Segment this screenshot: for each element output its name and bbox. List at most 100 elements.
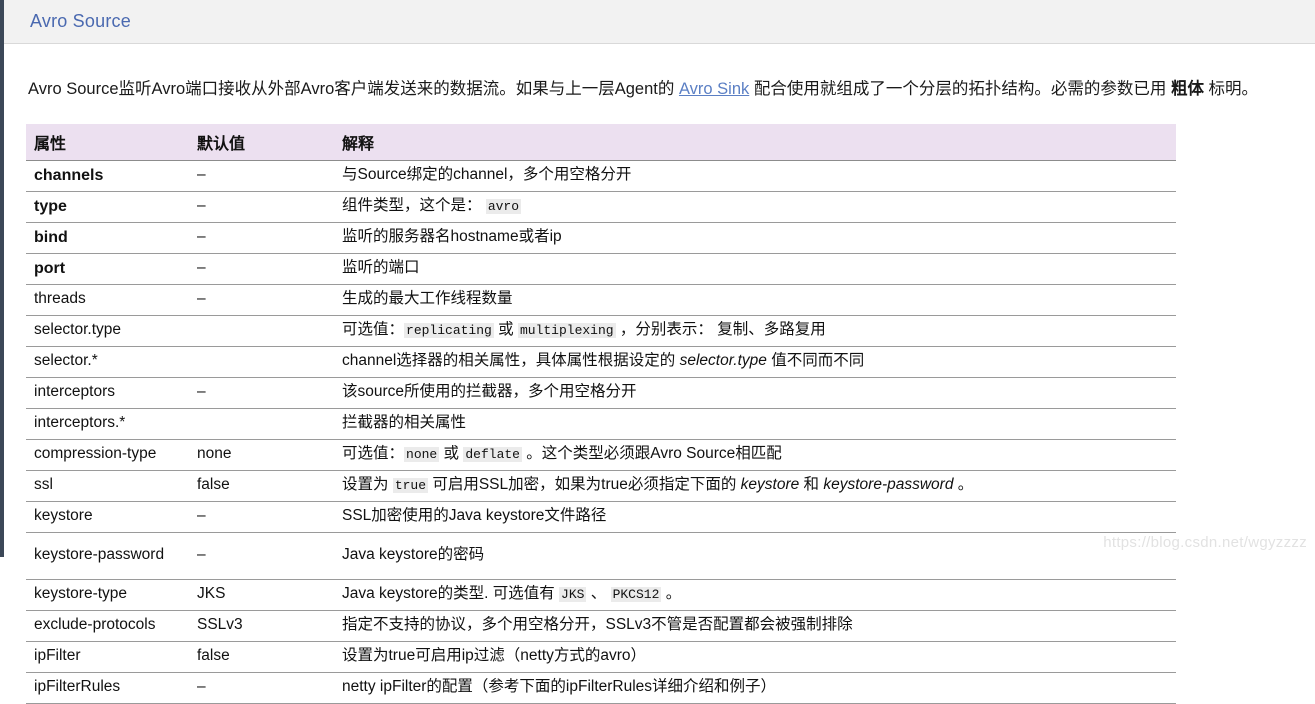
property-default-cell: false (189, 641, 334, 673)
property-description-cell: 设置为true可启用ip过滤（netty方式的avro） (334, 641, 1176, 673)
description-text: 拦截器的相关属性 (342, 414, 467, 432)
property-default-cell: – (189, 284, 334, 316)
watermark: https://blog.csdn.net/wgyzzzz (1103, 534, 1307, 551)
property-description-cell: 拦截器的相关属性 (334, 408, 1176, 440)
property-description-cell: 生成的最大工作线程数量 (334, 284, 1176, 316)
property-name-cell: bind (26, 222, 189, 254)
property-name-cell: keystore-type (26, 579, 189, 611)
properties-table: 属性 默认值 解释 channels – 与Source绑定的channel，多个用… (26, 123, 1176, 704)
table-row: interceptors.* 拦截器的相关属性 (26, 408, 1176, 440)
table-row: compression-type none 可选值： none 或 deflate 。… (26, 439, 1176, 471)
property-name-cell: ipFilter (26, 641, 189, 673)
property-default-cell: – (189, 672, 334, 704)
table-row: threads – 生成的最大工作线程数量 (26, 284, 1176, 316)
property-name-cell: port (26, 253, 189, 285)
table-row: keystore-type JKS Java keystore的类型. 可选值有 J… (26, 579, 1176, 611)
property-name-cell: selector.type (26, 315, 189, 347)
description-text: 可选值： (342, 445, 405, 463)
intro-text-part3: 标明。 (1203, 79, 1259, 98)
property-default-cell: none (189, 439, 334, 471)
description-text: 指定不支持的协议，多个用空格分开，SSLv3不管是否配置都会被强制排除 (342, 616, 853, 634)
description-text: 或 (493, 321, 518, 339)
emphasis-text: selector.type (679, 352, 767, 370)
description-text: channel选择器的相关属性，具体属性根据设定的 (342, 352, 680, 370)
description-text: Java keystore的类型. 可选值有 (342, 585, 560, 603)
column-header-description: 解释 (334, 123, 1176, 161)
table-header-row: 属性 默认值 解释 (26, 123, 1176, 161)
table-row: keystore – SSL加密使用的Java keystore文件路径 (26, 501, 1176, 533)
table-body: channels – 与Source绑定的channel，多个用空格分开 type – 组… (26, 160, 1176, 704)
column-header-default: 默认值 (189, 123, 334, 161)
property-default-cell: – (189, 532, 334, 580)
property-default-cell: JKS (189, 579, 334, 611)
property-default-cell: – (189, 501, 334, 533)
property-description-cell: 可选值： replicating 或 multiplexing ，分别表示： 复制… (334, 315, 1176, 347)
table-row: ipFilter false 设置为true可启用ip过滤（netty方式的avro… (26, 641, 1176, 673)
property-description-cell: 监听的端口 (334, 253, 1176, 285)
property-name-cell: interceptors.* (26, 408, 189, 440)
inline-code: JKS (559, 587, 587, 603)
table-row: selector.type 可选值： replicating 或 multiplex… (26, 315, 1176, 347)
description-text: 监听的端口 (342, 259, 420, 277)
property-description-cell: 该source所使用的拦截器，多个用空格分开 (334, 377, 1176, 409)
description-text: 监听的服务器名hostname或者ip (342, 228, 562, 246)
section-titlebar: Avro Source (4, 0, 1315, 44)
column-header-property: 属性 (26, 123, 189, 161)
avro-sink-link[interactable]: Avro Sink (679, 80, 749, 98)
inline-code: none (404, 447, 440, 463)
description-text: 设置为true可启用ip过滤（netty方式的avro） (342, 647, 647, 665)
description-text: 或 (439, 445, 464, 463)
property-description-cell: SSL加密使用的Java keystore文件路径 (334, 501, 1176, 533)
description-text: 。 (661, 585, 682, 603)
table-row: exclude-protocols SSLv3 指定不支持的协议，多个用空格分开，S… (26, 610, 1176, 642)
property-description-cell: 组件类型，这个是： avro (334, 191, 1176, 223)
property-default-cell (189, 408, 334, 440)
intro-bold-emphasis: 粗体 (1170, 79, 1204, 98)
description-text: 可启用SSL加密，如果为true必须指定下面的 (428, 476, 741, 494)
property-default-cell: – (189, 377, 334, 409)
property-default-cell: – (189, 253, 334, 285)
property-description-cell: channel选择器的相关属性，具体属性根据设定的 selector.type … (334, 346, 1176, 378)
property-name-cell: exclude-protocols (26, 610, 189, 642)
property-default-cell: SSLv3 (189, 610, 334, 642)
property-name-cell: type (26, 191, 189, 223)
table-row: selector.* channel选择器的相关属性，具体属性根据设定的 sele… (26, 346, 1176, 378)
table-row: keystore-password – Java keystore的密码 (26, 532, 1176, 580)
property-name-cell: keystore (26, 501, 189, 533)
intro-text-part2: 配合使用就组成了一个分层的拓扑结构。必需的参数已用 (749, 79, 1171, 98)
description-text: 。 (953, 476, 974, 494)
table-row: channels – 与Source绑定的channel，多个用空格分开 (26, 160, 1176, 192)
table-header: 属性 默认值 解释 (26, 123, 1176, 161)
property-name-cell: channels (26, 160, 189, 192)
property-name-cell: threads (26, 284, 189, 316)
property-default-cell (189, 315, 334, 347)
emphasis-text: keystore-password (823, 476, 954, 494)
description-text: 设置为 (342, 476, 393, 494)
table-row: type – 组件类型，这个是： avro (26, 191, 1176, 223)
property-default-cell (189, 346, 334, 378)
description-text: netty ipFilter的配置（参考下面的ipFilterRules详细介绍… (342, 678, 777, 696)
table-row: interceptors – 该source所使用的拦截器，多个用空格分开 (26, 377, 1176, 409)
property-description-cell: Java keystore的密码 (334, 532, 1176, 580)
property-name-cell: interceptors (26, 377, 189, 409)
property-name-cell: keystore-password (26, 532, 189, 580)
description-text: 值不同而不同 (766, 352, 865, 370)
description-text: 、 (586, 585, 611, 603)
description-text: 。这个类型必须跟Avro Source相匹配 (521, 445, 782, 463)
description-text: 生成的最大工作线程数量 (342, 290, 513, 308)
inline-code: deflate (463, 447, 522, 463)
property-description-cell: 与Source绑定的channel，多个用空格分开 (334, 160, 1176, 192)
intro-text-part1: Avro Source监听Avro端口接收从外部Avro客户端发送来的数据流。如… (28, 79, 679, 98)
description-text: 与Source绑定的channel，多个用空格分开 (342, 166, 632, 184)
table-row: port – 监听的端口 (26, 253, 1176, 285)
property-default-cell: – (189, 222, 334, 254)
property-description-cell: netty ipFilter的配置（参考下面的ipFilterRules详细介绍… (334, 672, 1176, 704)
table-row: ipFilterRules – netty ipFilter的配置（参考下面的ipF… (26, 672, 1176, 704)
property-default-cell: – (189, 160, 334, 192)
description-text: 可选值： (342, 321, 405, 339)
inline-code: replicating (404, 323, 494, 339)
document-page: Avro Source Avro Source监听Avro端口接收从外部Avro… (0, 0, 1315, 704)
description-text: 和 (799, 476, 824, 494)
description-text: SSL加密使用的Java keystore文件路径 (342, 507, 607, 525)
property-default-cell: – (189, 191, 334, 223)
